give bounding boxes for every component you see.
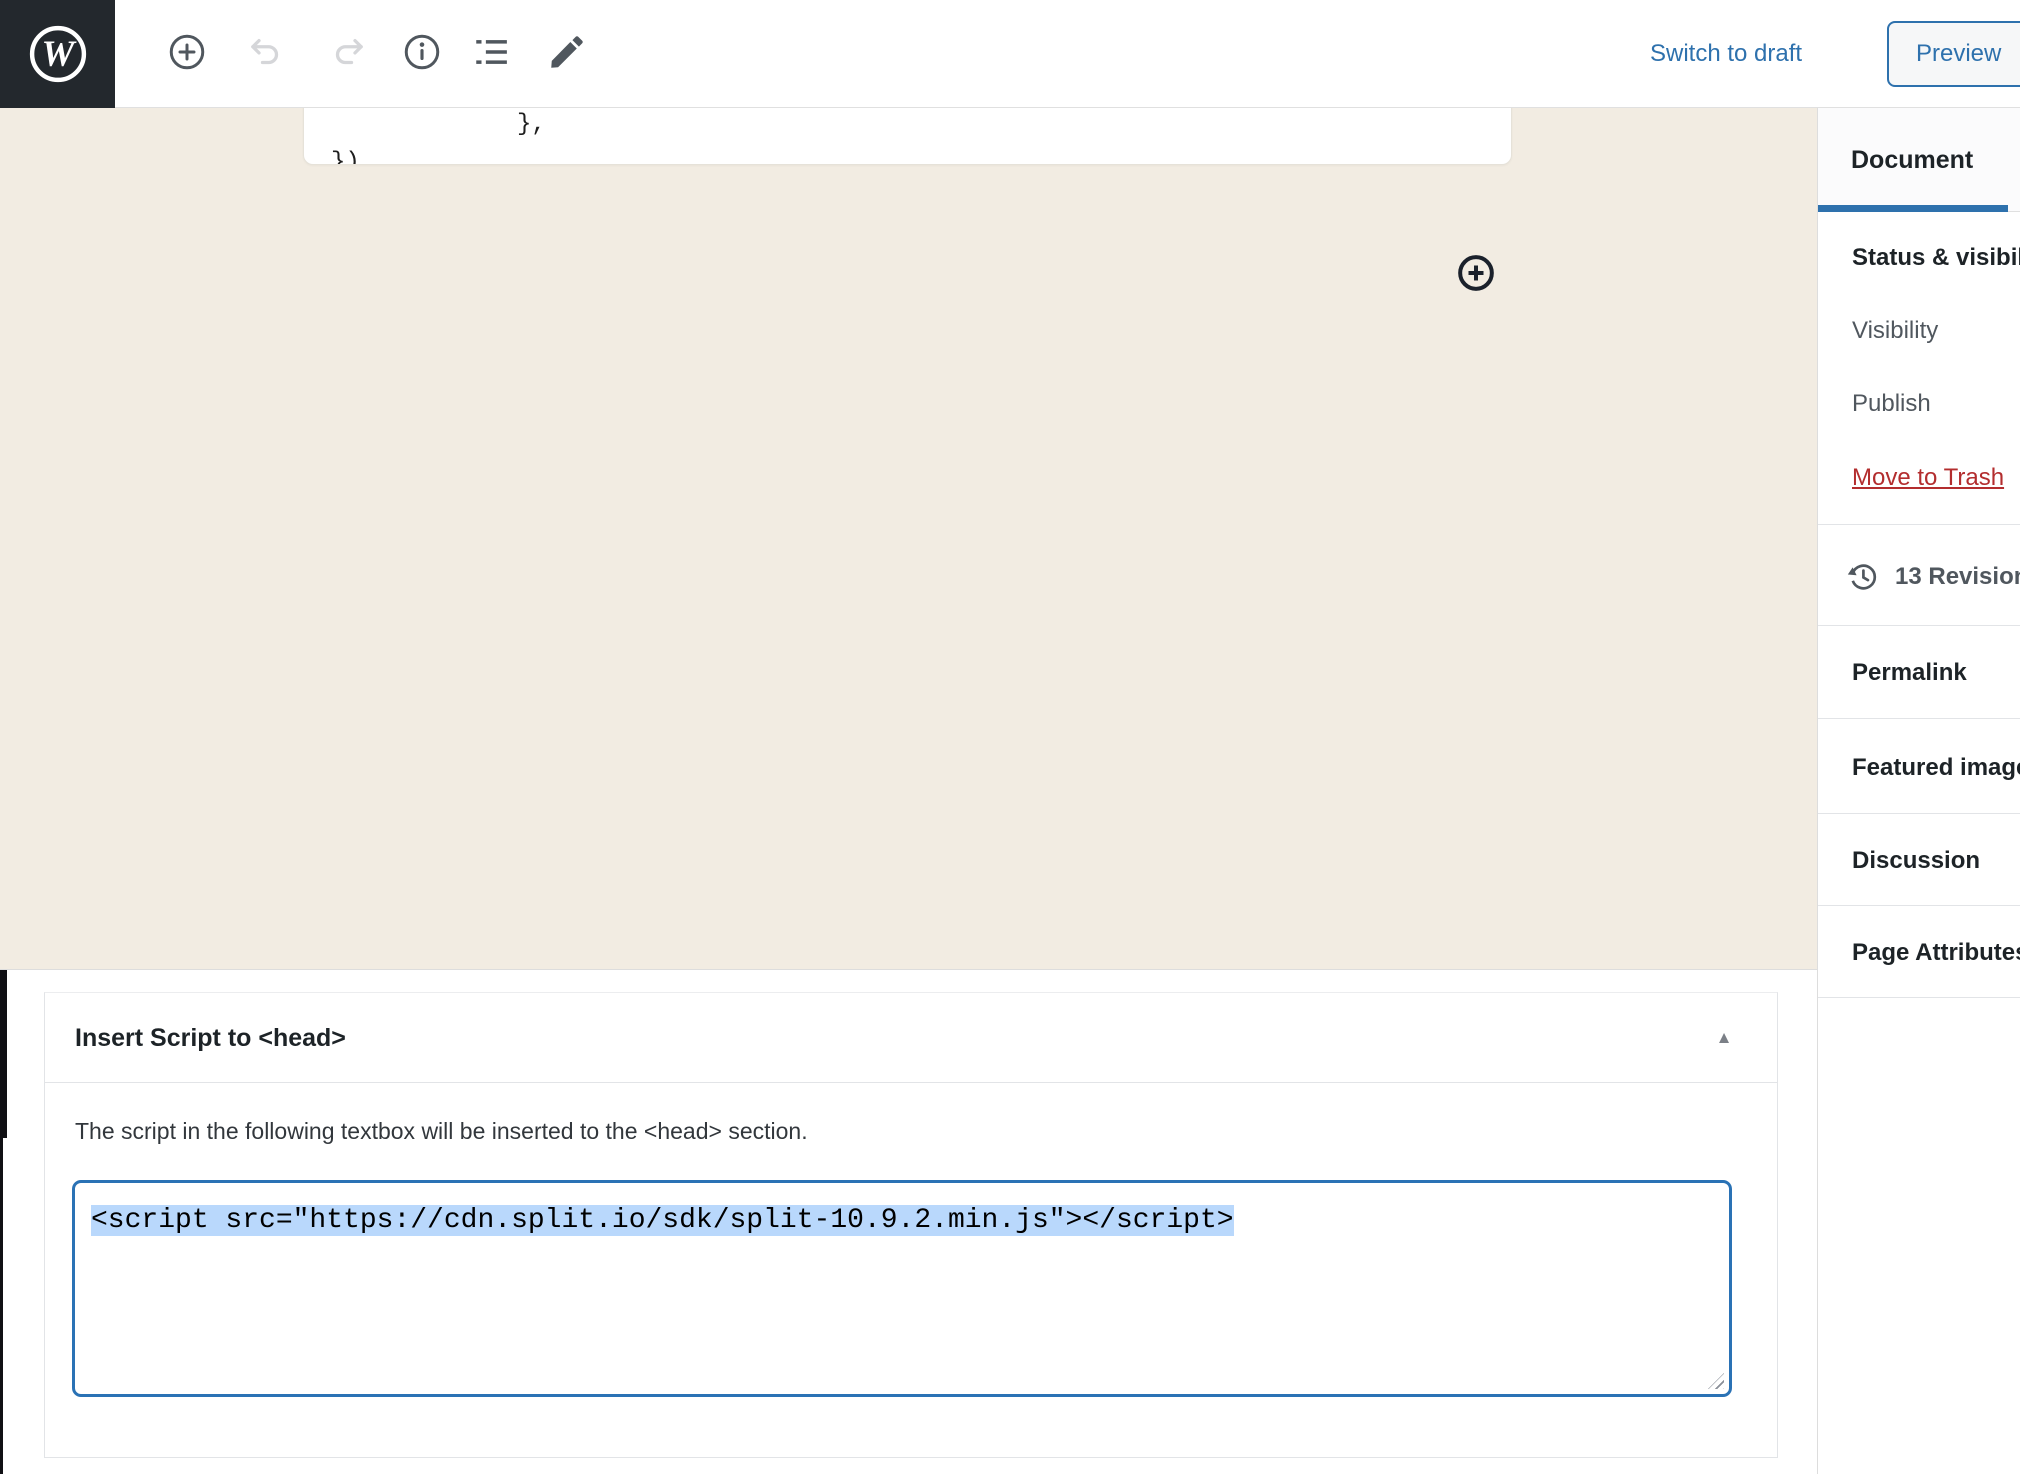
wordpress-logo-button[interactable]: W xyxy=(0,0,115,108)
status-visibility-panel-title[interactable]: Status & visibility xyxy=(1852,240,2020,276)
redo-icon xyxy=(327,31,369,73)
plus-circle-icon xyxy=(1456,253,1496,293)
admin-menu-edge xyxy=(0,970,7,1138)
divider xyxy=(1818,524,2020,525)
plus-circle-icon xyxy=(166,31,208,73)
revision-history-icon xyxy=(1845,560,1879,594)
featured-image-panel-title[interactable]: Featured image xyxy=(1852,750,2020,786)
block-inserter-button[interactable] xyxy=(1456,253,1496,293)
admin-menu-edge xyxy=(0,1138,3,1474)
preview-button[interactable]: Preview xyxy=(1887,21,2020,87)
collapse-metabox-button[interactable]: ▲ xyxy=(1707,1021,1741,1055)
block-navigation-button[interactable] xyxy=(469,29,515,75)
discussion-panel-title[interactable]: Discussion xyxy=(1852,843,1980,879)
metabox-header[interactable]: Insert Script to <head> ▲ xyxy=(45,993,1777,1083)
content-structure-button[interactable] xyxy=(399,29,445,75)
list-view-icon xyxy=(471,31,513,73)
info-icon xyxy=(401,31,443,73)
insert-script-metabox: Insert Script to <head> ▲ The script in … xyxy=(44,992,1778,1458)
page-attributes-panel-title[interactable]: Page Attributes xyxy=(1852,935,2020,971)
revisions-button[interactable]: 13 Revisions xyxy=(1845,560,2020,594)
active-tab-indicator xyxy=(1818,205,2008,212)
undo-icon xyxy=(245,31,287,73)
textarea-resize-handle[interactable] xyxy=(1708,1373,1724,1389)
divider xyxy=(1818,718,2020,719)
triangle-up-icon: ▲ xyxy=(1716,1028,1733,1048)
sidebar-tabs: Document xyxy=(1818,108,2020,212)
divider xyxy=(1818,625,2020,626)
redo-button[interactable] xyxy=(325,29,371,75)
revisions-count-label: 13 Revisions xyxy=(1895,563,2020,591)
editor-header: W xyxy=(0,0,2020,108)
switch-to-draft-link[interactable]: Switch to draft xyxy=(1650,40,1802,68)
visibility-label: Visibility xyxy=(1852,313,1938,349)
code-block[interactable]: }, }) xyxy=(303,108,1512,165)
wordpress-logo-icon: W xyxy=(21,17,95,91)
metabox-title: Insert Script to <head> xyxy=(75,993,346,1083)
script-textarea[interactable]: <script src="https://cdn.split.io/sdk/sp… xyxy=(72,1180,1732,1397)
editor-canvas: }, }) xyxy=(0,108,1817,970)
undo-button[interactable] xyxy=(243,29,289,75)
edit-mode-button[interactable] xyxy=(544,29,590,75)
divider xyxy=(1818,813,2020,814)
add-block-button[interactable] xyxy=(164,29,210,75)
metabox-description: The script in the following textbox will… xyxy=(75,1118,808,1145)
pencil-icon xyxy=(546,31,588,73)
publish-label: Publish xyxy=(1852,386,1931,422)
move-to-trash-link[interactable]: Move to Trash xyxy=(1852,460,2004,496)
tab-document[interactable]: Document xyxy=(1851,108,1973,212)
code-line: }) xyxy=(331,149,360,165)
selected-script-text: <script src="https://cdn.split.io/sdk/sp… xyxy=(91,1205,1234,1236)
settings-sidebar: Document Status & visibility Visibility … xyxy=(1817,108,2020,1474)
svg-text:W: W xyxy=(41,34,77,75)
divider xyxy=(1818,997,2020,998)
wordpress-editor: W xyxy=(0,0,2020,1474)
code-line: }, xyxy=(517,111,546,138)
permalink-panel-title[interactable]: Permalink xyxy=(1852,655,1967,691)
divider xyxy=(1818,905,2020,906)
